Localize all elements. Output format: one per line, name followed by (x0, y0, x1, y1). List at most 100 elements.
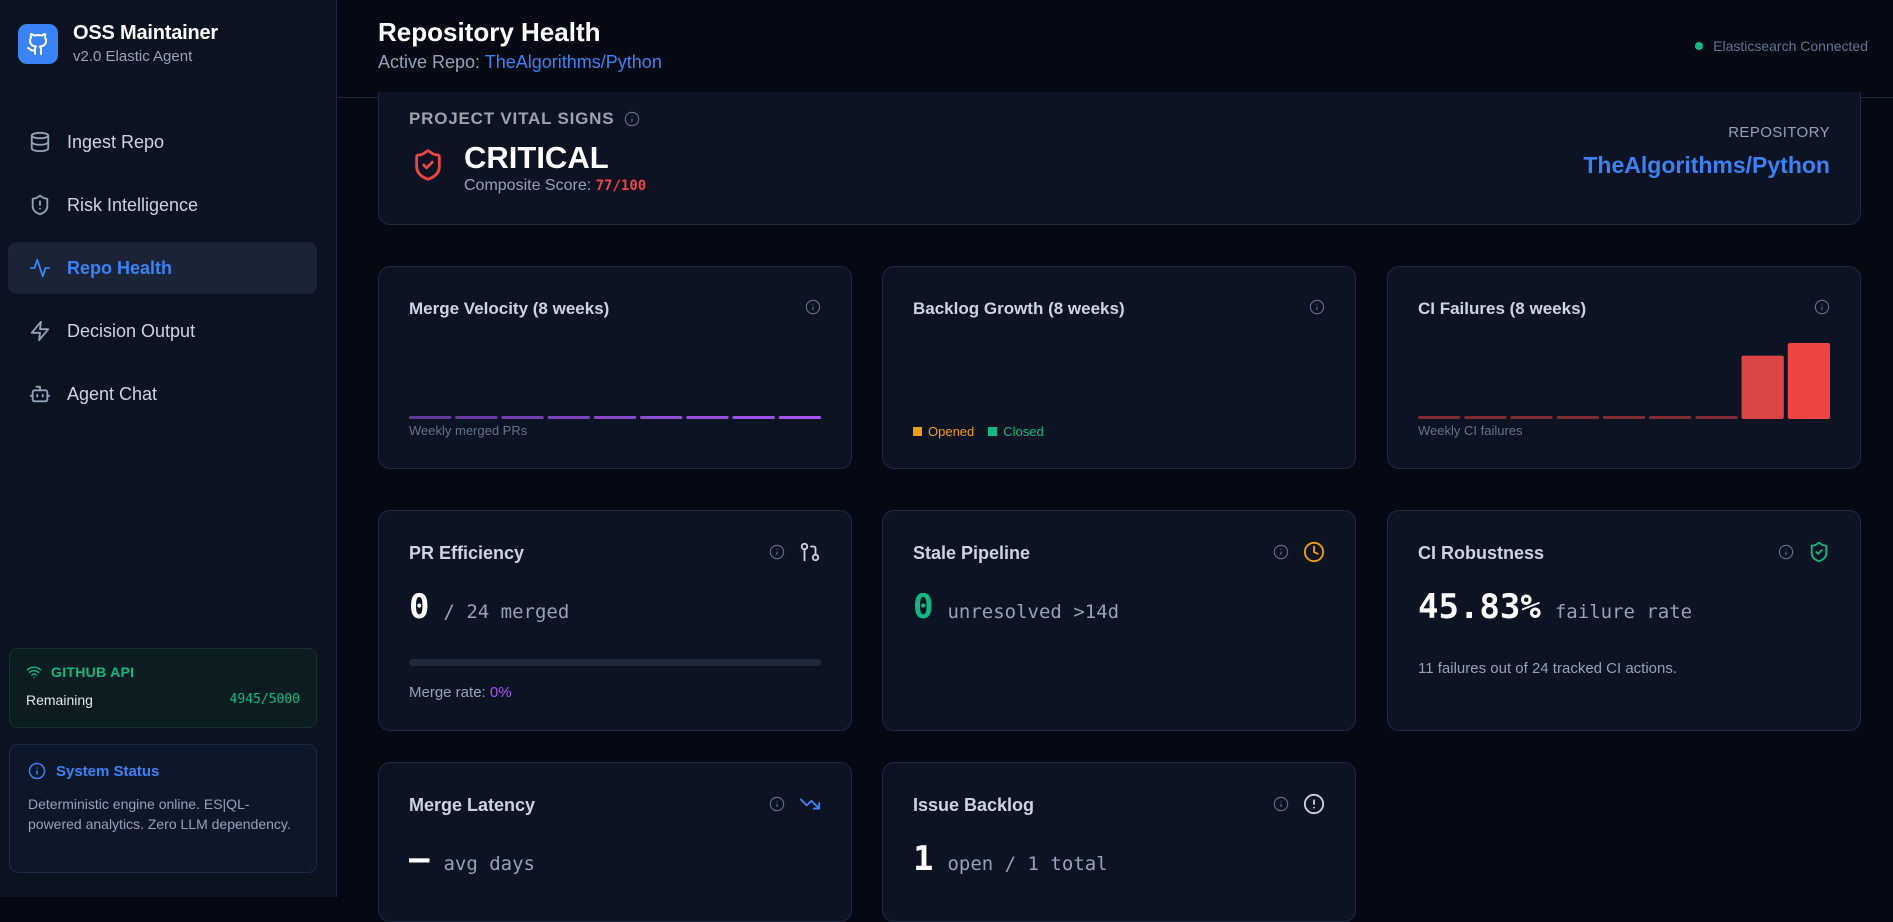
legend-opened: Opened (913, 424, 974, 439)
active-repo-name[interactable]: TheAlgorithms/Python (485, 52, 662, 72)
sidebar-item-decision-output[interactable]: Decision Output (8, 305, 317, 357)
metric-value: — avg days (409, 839, 535, 879)
merge-velocity-chart (409, 416, 821, 419)
chart-bar (1510, 416, 1553, 419)
system-status-panel: System Status Deterministic engine onlin… (9, 744, 317, 873)
ci-failures-card: CI Failures (8 weeks) Weekly CI failures (1387, 266, 1861, 469)
activity-icon (29, 258, 51, 278)
chart-caption: Weekly merged PRs (409, 423, 528, 438)
card-title: Merge Velocity (8 weeks) (409, 299, 610, 318)
pr-efficiency-card: PR Efficiency 0 / 24 merged Merge rate: 0… (378, 510, 852, 731)
info-icon[interactable] (1778, 544, 1794, 560)
info-icon[interactable] (805, 299, 821, 315)
zap-icon (30, 320, 50, 342)
chart-bar (1741, 355, 1784, 419)
github-api-remaining: 4945/5000 (229, 692, 300, 707)
metric-unit: / 24 merged (443, 601, 570, 623)
info-icon[interactable] (1273, 544, 1289, 560)
card-title: Issue Backlog (913, 795, 1035, 815)
info-icon[interactable] (1309, 299, 1325, 315)
shield-check-icon (1810, 541, 1828, 563)
chart-bar (455, 416, 498, 419)
backlog-growth-card: Backlog Growth (8 weeks) Opened Closed (882, 266, 1356, 469)
sidebar-item-agent-chat[interactable]: Agent Chat (8, 368, 317, 420)
chart-legend: Opened Closed (913, 424, 1058, 439)
info-icon[interactable] (769, 544, 785, 560)
info-icon[interactable] (624, 111, 640, 127)
chart-caption: Weekly CI failures (1418, 423, 1523, 438)
info-icon[interactable] (1814, 299, 1830, 315)
chart-bar (1787, 343, 1830, 419)
metric-value: 45.83% failure rate (1418, 587, 1692, 627)
chart-bar (1602, 416, 1646, 419)
sidebar-item-risk-intelligence[interactable]: Risk Intelligence (8, 179, 317, 231)
status-dot-icon (1695, 42, 1704, 50)
github-logo-icon (18, 23, 58, 64)
sidebar-item-repo-health[interactable]: Repo Health (8, 242, 317, 294)
merged-count: 0 (409, 587, 430, 627)
brand-title: OSS Maintainer (73, 22, 219, 44)
merge-velocity-card: Merge Velocity (8 weeks) Weekly merged P… (378, 266, 852, 469)
shield-alert-icon (31, 194, 49, 216)
legend-label: Opened (928, 424, 975, 439)
chart-bar (1556, 416, 1599, 419)
chart-bar (409, 416, 452, 419)
metric-unit: avg days (443, 853, 535, 875)
metric-value: 0 / 24 merged (409, 587, 569, 627)
page-header: Repository Health Active Repo: TheAlgori… (338, 0, 1893, 98)
merge-rate-label: Merge rate: (409, 684, 486, 701)
trending-down-icon (799, 798, 821, 810)
sidebar-item-label: Decision Output (67, 320, 196, 341)
metric-value: 0 unresolved >14d (913, 587, 1119, 627)
card-title: PR Efficiency (409, 543, 525, 563)
chart-bar (547, 416, 590, 419)
system-status-text: Deterministic engine online. ES|QL-power… (28, 796, 291, 832)
stale-pipeline-card: Stale Pipeline 0 unresolved >14d (882, 510, 1356, 731)
ci-failures-chart (1418, 343, 1830, 419)
git-pull-request-icon (800, 542, 820, 562)
composite-score-label: Composite Score: (464, 177, 592, 194)
alert-circle-icon (1303, 793, 1325, 815)
sidebar-item-label: Repo Health (67, 257, 173, 278)
card-title: CI Robustness (1418, 543, 1545, 563)
github-api-title: GITHUB API (51, 664, 135, 680)
failure-rate: 45.83% (1418, 587, 1541, 627)
legend-closed: Closed (988, 424, 1044, 439)
metric-value: 1 open / 1 total (913, 839, 1108, 879)
ci-robustness-note: 11 failures out of 24 tracked CI actions… (1418, 660, 1678, 677)
database-icon (30, 131, 50, 153)
chart-bar (640, 416, 683, 419)
active-repo-label: Active Repo: (378, 52, 481, 72)
composite-score: Composite Score: 77/100 (464, 177, 646, 195)
chart-bar (1649, 416, 1692, 419)
project-vital-signs: PROJECT VITAL SIGNS CRITICAL Composite S… (378, 92, 1861, 225)
repository-name[interactable]: TheAlgorithms/Python (1583, 152, 1830, 179)
sidebar-item-label: Ingest Repo (67, 131, 165, 152)
vital-signs-label: PROJECT VITAL SIGNS (409, 109, 615, 128)
system-status-title: System Status (56, 762, 160, 780)
sidebar-nav: Ingest Repo Risk Intelligence Repo Healt… (8, 116, 317, 431)
sidebar-item-label: Agent Chat (67, 383, 158, 404)
chart-bar (593, 416, 637, 419)
card-title: Merge Latency (409, 795, 536, 815)
chart-bar (501, 416, 544, 419)
brand-subtitle: v2.0 Elastic Agent (73, 48, 193, 65)
legend-label: Closed (1003, 424, 1044, 439)
chart-bar (732, 416, 775, 419)
info-icon[interactable] (769, 796, 785, 812)
brand: OSS Maintainer v2.0 Elastic Agent (18, 22, 218, 65)
vital-status: CRITICAL (464, 140, 609, 175)
merge-rate-value: 0% (489, 684, 512, 701)
chart-bar (686, 416, 729, 419)
metric-unit: open / 1 total (947, 853, 1108, 875)
issue-backlog-card: Issue Backlog 1 open / 1 total (882, 762, 1356, 922)
stale-count: 0 (913, 587, 934, 627)
page-title: Repository Health (378, 17, 601, 47)
ci-robustness-card: CI Robustness 45.83% failure rate 11 fail… (1387, 510, 1861, 731)
info-icon[interactable] (1273, 796, 1289, 812)
chart-bar (1695, 416, 1738, 419)
sidebar-item-ingest-repo[interactable]: Ingest Repo (8, 116, 317, 168)
composite-score-value: 77/100 (595, 178, 647, 194)
open-issues: 1 (913, 839, 934, 879)
bot-icon (29, 385, 51, 403)
